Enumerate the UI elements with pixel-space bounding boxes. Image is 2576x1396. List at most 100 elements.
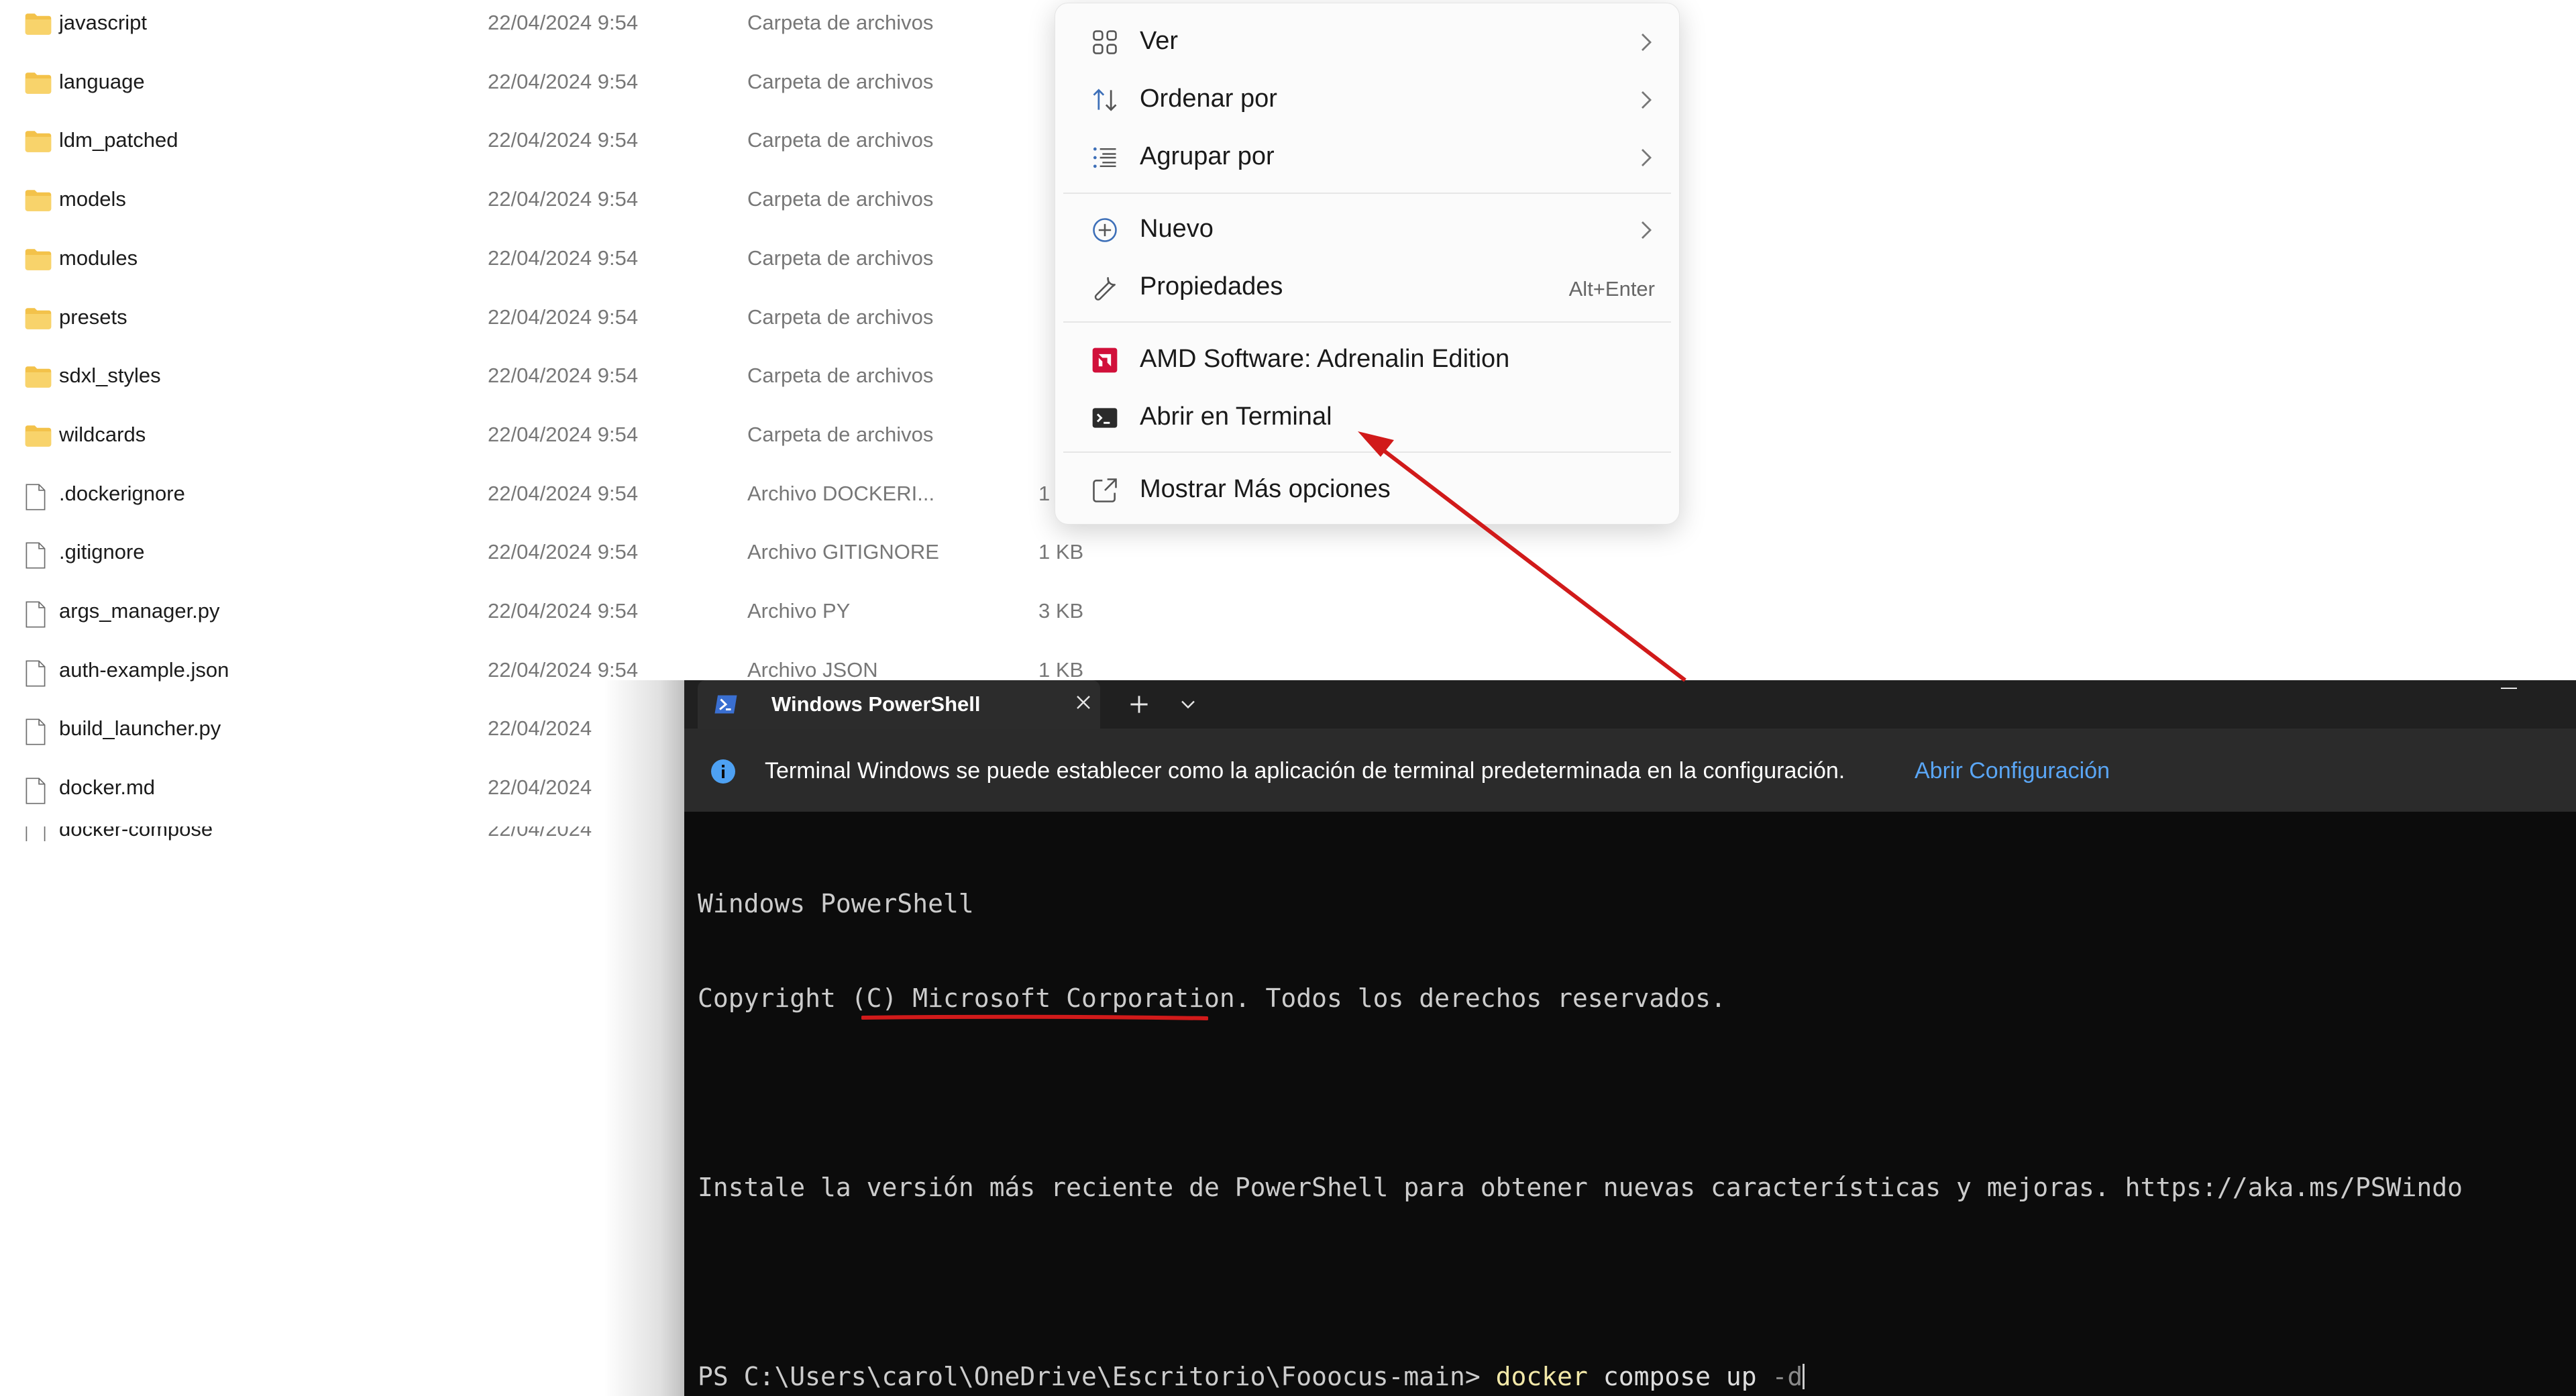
file-row[interactable]: presets 22/04/2024 9:54 Carpeta de archivo… [0,300,1100,359]
chevron-right-icon [1642,91,1652,109]
menu-item-mostrar-mas-opciones[interactable]: Mostrar Más opciones [1063,462,1671,516]
file-name: docker-compose [59,826,213,841]
tab-title: Windows PowerShell [771,692,981,716]
file-name: language [59,69,145,93]
tab-windows-powershell[interactable]: Windows PowerShell [698,680,1100,729]
command-exe: docker [1495,1362,1588,1391]
file-row[interactable]: sdxl_styles 22/04/2024 9:54 Carpeta de arc… [0,358,1100,417]
file-name: build_launcher.py [59,716,221,741]
menu-item-label: Nuevo [1140,215,1214,243]
file-name: auth-example.json [59,657,229,682]
folder-icon [24,129,52,158]
chevron-down-icon[interactable] [1178,696,1198,712]
folder-icon [24,189,52,217]
file-type: Carpeta de archivos [747,69,934,93]
prompt-text: PS C:\Users\carol\OneDrive\Escritorio\Fo… [698,1362,1496,1391]
file-date: 22/04/2024 9:54 [488,69,639,93]
file-date: 22/04/2024 9:54 [488,540,639,564]
file-name: ldm_patched [59,128,178,152]
menu-item-nuevo[interactable]: Nuevo [1063,202,1671,256]
text-cursor [1803,1364,1805,1389]
menu-item-label: Mostrar Más opciones [1140,475,1391,503]
menu-item-label: Ordenar por [1140,85,1277,113]
menu-item-ordenar-por[interactable]: Ordenar por [1063,72,1671,125]
file-date: 22/04/2024 9:54 [488,599,639,623]
file-name: wildcards [59,422,146,446]
file-row[interactable]: language 22/04/2024 9:54 Carpeta de archiv… [0,64,1100,123]
menu-separator [1063,321,1671,323]
file-row[interactable]: ldm_patched 22/04/2024 9:54 Carpeta de arc… [0,123,1100,182]
file-name: .gitignore [59,540,145,564]
folder-icon [24,71,52,99]
file-type: Carpeta de archivos [747,422,934,446]
file-date: 22/04/2024 9:54 [488,657,639,682]
prompt-line: PS C:\Users\carol\OneDrive\Escritorio\Fo… [698,1361,2463,1393]
close-icon[interactable] [1073,692,1093,712]
file-date: 22/04/2024 9:54 [488,128,639,152]
menu-item-propiedades[interactable]: Propiedades Alt+Enter [1063,260,1671,313]
more-options-icon [1093,478,1117,502]
file-type: Carpeta de archivos [747,128,934,152]
amd-icon [1092,347,1118,373]
file-type: Carpeta de archivos [747,246,934,270]
file-name: docker.md [59,775,156,800]
file-icon [24,718,52,746]
file-row[interactable]: .dockerignore 22/04/2024 9:54 Archivo DOCK… [0,476,1100,535]
file-row[interactable]: args_manager.py 22/04/2024 9:54 Archivo PY… [0,594,1100,653]
menu-item-agrupar-por[interactable]: Agrupar por [1063,129,1671,183]
folder-icon [24,12,52,40]
console-line: Instale la versión más reciente de Power… [698,1173,2463,1202]
sort-icon [1093,89,1117,111]
new-plus-icon [1093,218,1117,242]
menu-item-label: AMD Software: Adrenalin Edition [1140,345,1510,373]
file-name: modules [59,246,138,270]
file-size: 3 KB [1038,599,1084,623]
menu-item-label: Abrir en Terminal [1140,402,1332,431]
wrench-icon [1094,277,1116,301]
file-date: 22/04/2024 9:54 [488,364,639,388]
file-icon [24,659,52,688]
file-row[interactable]: models 22/04/2024 9:54 Carpeta de archivos [0,182,1100,241]
file-type: Archivo DOCKERI... [747,481,935,505]
view-grid-icon [1093,30,1117,54]
info-message: Terminal Windows se puede establecer com… [765,758,1845,784]
file-name: args_manager.py [59,599,220,623]
folder-icon [24,307,52,335]
console-output[interactable]: Windows PowerShell Copyright (C) Microso… [698,825,2463,1396]
file-date: 22/04/2024 9:54 [488,481,639,505]
menu-item-ver[interactable]: Ver [1063,14,1671,68]
file-row-partial[interactable]: docker-compose 22/04/2024 [0,826,671,841]
file-icon [24,600,52,629]
file-icon [24,483,52,511]
file-type: Archivo JSON [747,657,878,682]
command-flag: -d [1772,1362,1803,1391]
file-type: Carpeta de archivos [747,11,934,34]
file-size: 1 [1038,481,1051,505]
open-settings-link[interactable]: Abrir Configuración [1915,758,2110,784]
file-size: 1 KB [1038,540,1084,564]
file-type: Carpeta de archivos [747,187,934,211]
menu-separator [1063,193,1671,194]
file-date: 22/04/2024 [488,775,592,800]
menu-item-abrir-en-terminal[interactable]: Abrir en Terminal [1063,390,1671,443]
console-line: Copyright (C) Microsoft Corporation. Tod… [698,983,1726,1013]
file-row[interactable]: modules 22/04/2024 9:54 Carpeta de archivo… [0,241,1100,300]
file-row[interactable]: .gitignore 22/04/2024 9:54 Archivo GITIGNO… [0,535,1100,594]
new-tab-icon[interactable] [1127,692,1151,716]
file-row[interactable]: javascript 22/04/2024 9:54 Carpeta de arch… [0,5,1100,64]
terminal-tab-bar: Windows PowerShell [684,680,2576,729]
file-date: 22/04/2024 9:54 [488,11,639,34]
menu-item-label: Agrupar por [1140,142,1275,170]
console-line: Windows PowerShell [698,889,974,918]
command-args: compose up [1587,1362,1772,1391]
file-name: presets [59,305,127,329]
file-date: 22/04/2024 9:54 [488,305,639,329]
file-date: 22/04/2024 9:54 [488,246,639,270]
menu-item-amd-software[interactable]: AMD Software: Adrenalin Edition [1063,332,1671,386]
menu-item-label: Propiedades [1140,272,1283,301]
info-icon [711,759,735,784]
minimize-icon[interactable] [2496,680,2522,700]
file-row[interactable]: wildcards 22/04/2024 9:54 Carpeta de archi… [0,417,1100,476]
file-name: javascript [59,11,147,34]
